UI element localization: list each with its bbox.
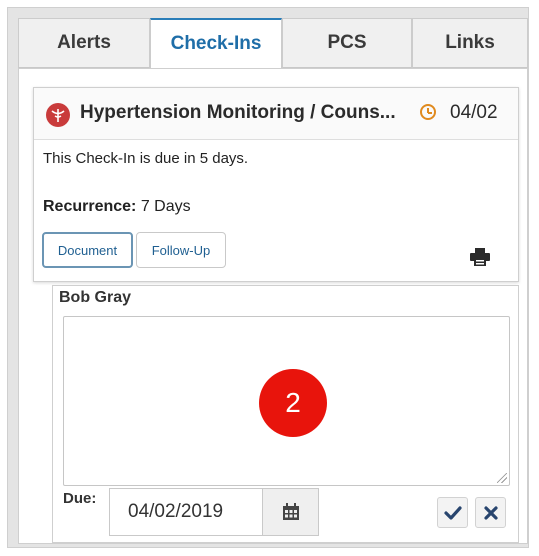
cancel-button[interactable] [475, 497, 506, 528]
tab-links[interactable]: Links [412, 18, 528, 68]
caduceus-icon [46, 103, 70, 127]
tab-pcs[interactable]: PCS [282, 18, 412, 68]
note-author: Bob Gray [59, 289, 132, 306]
due-date-input[interactable]: 04/02/2019 [109, 488, 262, 536]
check-in-title[interactable]: Hypertension Monitoring / Couns... [80, 102, 420, 126]
tab-bar: Alerts Check-Ins PCS Links [18, 18, 528, 69]
tab-label: Alerts [57, 32, 111, 53]
recurrence-value: 7 Days [140, 198, 191, 215]
check-in-date: 04/02 [450, 102, 498, 123]
calendar-button[interactable] [262, 488, 319, 536]
tab-label: Check-Ins [170, 33, 262, 54]
tab-check-ins[interactable]: Check-Ins [150, 18, 282, 69]
confirm-button[interactable] [437, 497, 468, 528]
clock-icon [420, 104, 436, 120]
note-panel: Bob Gray 2 Due: 04/02/2019 [52, 285, 519, 543]
resize-handle[interactable] [497, 473, 507, 483]
tab-label: PCS [327, 32, 367, 53]
due-message: This Check-In is due in 5 days. [43, 150, 249, 167]
tab-alerts[interactable]: Alerts [18, 18, 150, 68]
calendar-icon [282, 503, 299, 520]
due-label: Due: [63, 490, 97, 507]
check-in-card: Hypertension Monitoring / Couns... 04/02… [33, 87, 519, 282]
note-textarea[interactable]: 2 [63, 316, 510, 486]
recurrence: Recurrence: 7 Days [43, 198, 191, 216]
step-badge: 2 [259, 369, 327, 437]
recurrence-label: Recurrence: [43, 198, 137, 215]
check-icon [443, 505, 462, 520]
document-button[interactable]: Document [42, 232, 133, 268]
tab-label: Links [445, 32, 495, 53]
follow-up-button[interactable]: Follow-Up [136, 232, 226, 268]
printer-icon[interactable] [470, 248, 490, 266]
close-icon [483, 505, 498, 520]
card-header: Hypertension Monitoring / Couns... 04/02 [34, 88, 518, 140]
